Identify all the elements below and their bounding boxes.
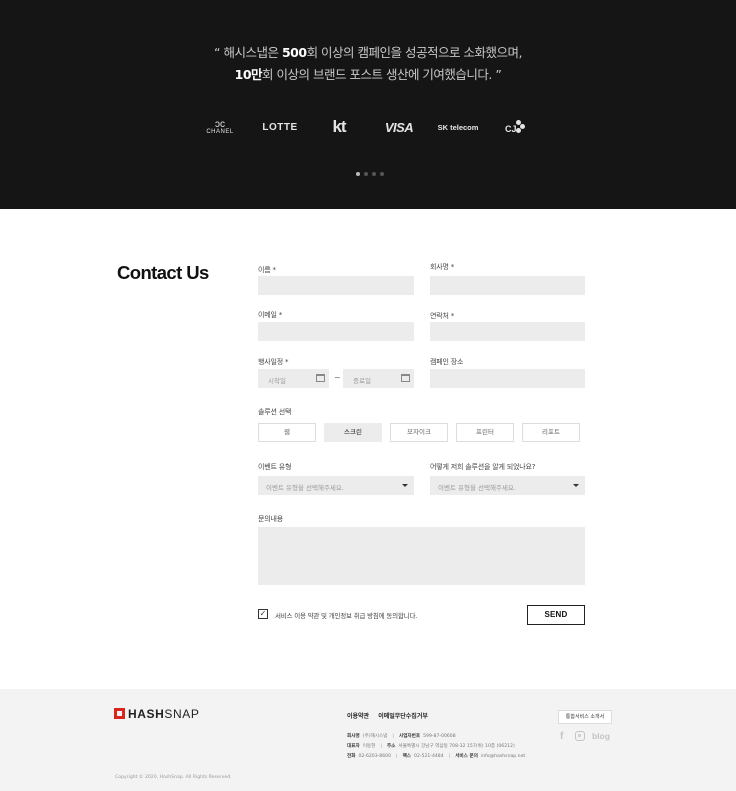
carousel-dot[interactable] xyxy=(380,172,384,176)
footer-info-line-3: 전화 02-6203-8600 | 팩스 02-521-4484 | 서비스 문의 info@… xyxy=(347,754,526,759)
event-type-label: 이벤트 유형 xyxy=(258,463,292,471)
blog-link[interactable]: blog xyxy=(592,731,610,741)
sk-telecom-logo: SK telecom xyxy=(437,123,479,132)
referral-label: 어떻게 저희 솔루션을 알게 되었나요? xyxy=(430,463,536,471)
lotte-logo: LOTTE xyxy=(262,122,298,133)
company-input[interactable] xyxy=(430,276,585,295)
chanel-logo: ↄc CHANEL xyxy=(206,119,234,136)
solution-option-report[interactable]: 리포트 xyxy=(522,423,580,442)
integrated-service-button[interactable]: 통합서비스 소개서 xyxy=(558,710,612,724)
calendar-icon[interactable] xyxy=(316,374,325,382)
send-button[interactable]: SEND xyxy=(527,605,585,625)
brand-logos: ↄc CHANEL LOTTE kt VISA SK telecom CJ xyxy=(0,116,736,140)
email-refusal-link[interactable]: 이메일무단수집거부 xyxy=(378,713,428,720)
footer xyxy=(0,689,736,791)
company-label: 회사명 * xyxy=(430,263,455,271)
start-date-input[interactable]: 시작일 xyxy=(258,369,329,388)
agree-text: 서비스 이용 약관 및 개인정보 취급 방침에 동의합니다. xyxy=(275,612,418,620)
email-input[interactable] xyxy=(258,322,414,341)
carousel-dots xyxy=(356,172,388,176)
schedule-label: 행사일정 * xyxy=(258,358,289,366)
calendar-icon[interactable] xyxy=(401,374,410,382)
carousel-dot[interactable] xyxy=(356,172,360,176)
solution-label: 솔루션 선택 xyxy=(258,408,292,416)
footer-links: 이용약관 이메일무단수집거부 xyxy=(347,711,435,720)
date-range-separator: ~ xyxy=(334,373,341,382)
instagram-icon[interactable] xyxy=(575,731,585,741)
footer-info-line-1: 회사명 (주)해시스냅 | 사업자번호 599-87-00608 xyxy=(347,734,456,739)
hashsnap-logo-mark-icon xyxy=(114,708,125,719)
caret-down-icon xyxy=(573,484,579,487)
carousel-dot[interactable] xyxy=(372,172,376,176)
solution-option-web[interactable]: 웹 xyxy=(258,423,316,442)
name-label: 이름 * xyxy=(258,266,276,274)
carousel-dot[interactable] xyxy=(364,172,368,176)
phone-input[interactable] xyxy=(430,322,585,341)
solution-option-printer[interactable]: 프린터 xyxy=(456,423,514,442)
event-type-select[interactable]: 이벤트 유형을 선택해주세요. xyxy=(258,476,414,495)
phone-label: 연락처 * xyxy=(430,312,455,320)
agree-checkbox[interactable]: ✓ xyxy=(258,609,268,619)
terms-link[interactable]: 이용약관 xyxy=(347,713,369,720)
footer-info-line-2: 대표자 이동현 | 주소 서울특별시 강남구 역삼동 708-32 157(위) 10층… xyxy=(347,744,515,749)
place-label: 캠페인 장소 xyxy=(430,358,464,366)
kt-logo: kt xyxy=(332,117,346,136)
visa-logo: VISA xyxy=(384,120,414,135)
cj-logo: CJ xyxy=(505,120,527,136)
inquiry-label: 문의내용 xyxy=(258,515,283,523)
copyright: Copyright © 2020, HashSnap. All Rights R… xyxy=(115,775,232,780)
referral-select[interactable]: 이벤트 유형을 선택해주세요. xyxy=(430,476,585,495)
caret-down-icon xyxy=(402,484,408,487)
name-input[interactable] xyxy=(258,276,414,295)
solution-option-screen[interactable]: 스크린 xyxy=(324,423,382,442)
place-input[interactable] xyxy=(430,369,585,388)
solution-option-mosaic[interactable]: 모자이크 xyxy=(390,423,448,442)
end-date-input[interactable]: 종료일 xyxy=(343,369,414,388)
email-label: 이메일 * xyxy=(258,311,283,319)
hero-quote-line-2: 10만회 이상의 브랜드 포스트 생산에 기여했습니다. ” xyxy=(234,67,502,82)
hero-quote-line-1: “ 해시스냅은 500회 이상의 캠페인을 성공적으로 소화했으며, xyxy=(214,45,522,60)
inquiry-textarea[interactable] xyxy=(258,527,585,585)
facebook-icon[interactable]: f xyxy=(560,731,563,742)
brand-hero: “ 해시스냅은 500회 이상의 캠페인을 성공적으로 소화했으며, 10만회 … xyxy=(0,0,736,209)
contact-title: Contact Us xyxy=(117,262,209,283)
